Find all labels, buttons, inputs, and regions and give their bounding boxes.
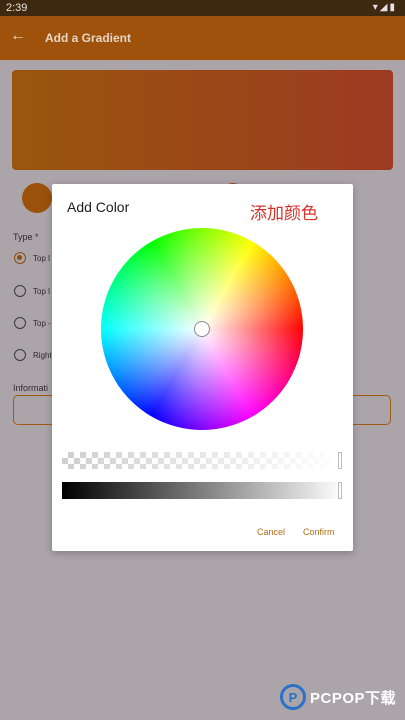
radio-option-4-label: Right	[33, 351, 52, 360]
add-color-dialog: Add Color 添加颜色 Cancel Confirm	[52, 184, 353, 551]
status-icons: ▾◢▮	[373, 2, 397, 13]
watermark: P PCPOP下载	[280, 681, 396, 713]
battery-icon: ▮	[389, 2, 397, 13]
arrow-left-icon[interactable]: ←	[10, 27, 26, 45]
gradient-preview	[12, 70, 393, 170]
wifi-icon: ▾	[372, 2, 380, 13]
pcpop-logo-icon: P	[280, 684, 306, 710]
radio-option-3[interactable]	[14, 317, 26, 329]
dialog-annotation: 添加颜色	[250, 204, 318, 223]
radio-option-1-label: Top l	[33, 254, 50, 263]
brightness-slider[interactable]	[62, 482, 343, 499]
start-color-swatch[interactable]	[22, 183, 52, 213]
confirm-button[interactable]: Confirm	[303, 527, 335, 537]
watermark-text: PCPOP下载	[310, 689, 397, 707]
radio-option-4[interactable]	[14, 349, 26, 361]
information-label: Informati	[13, 383, 49, 393]
page-title: Add a Gradient	[45, 31, 132, 45]
radio-option-1[interactable]	[14, 252, 26, 264]
color-wheel-handle[interactable]	[195, 322, 209, 336]
alpha-slider-handle[interactable]	[338, 452, 342, 469]
app-bar: ← Add a Gradient	[0, 16, 405, 60]
radio-option-2[interactable]	[14, 285, 26, 297]
type-label: Type *	[13, 232, 39, 242]
radio-option-3-label: Top -	[33, 319, 51, 328]
alpha-slider[interactable]	[62, 452, 343, 469]
brightness-slider-handle[interactable]	[338, 482, 342, 499]
radio-option-2-label: Top l	[33, 287, 50, 296]
cancel-button[interactable]: Cancel	[257, 527, 285, 537]
dialog-title: Add Color	[67, 199, 130, 215]
status-bar: 2:39 ▾◢▮	[0, 0, 405, 16]
status-time: 2:39	[6, 2, 28, 14]
